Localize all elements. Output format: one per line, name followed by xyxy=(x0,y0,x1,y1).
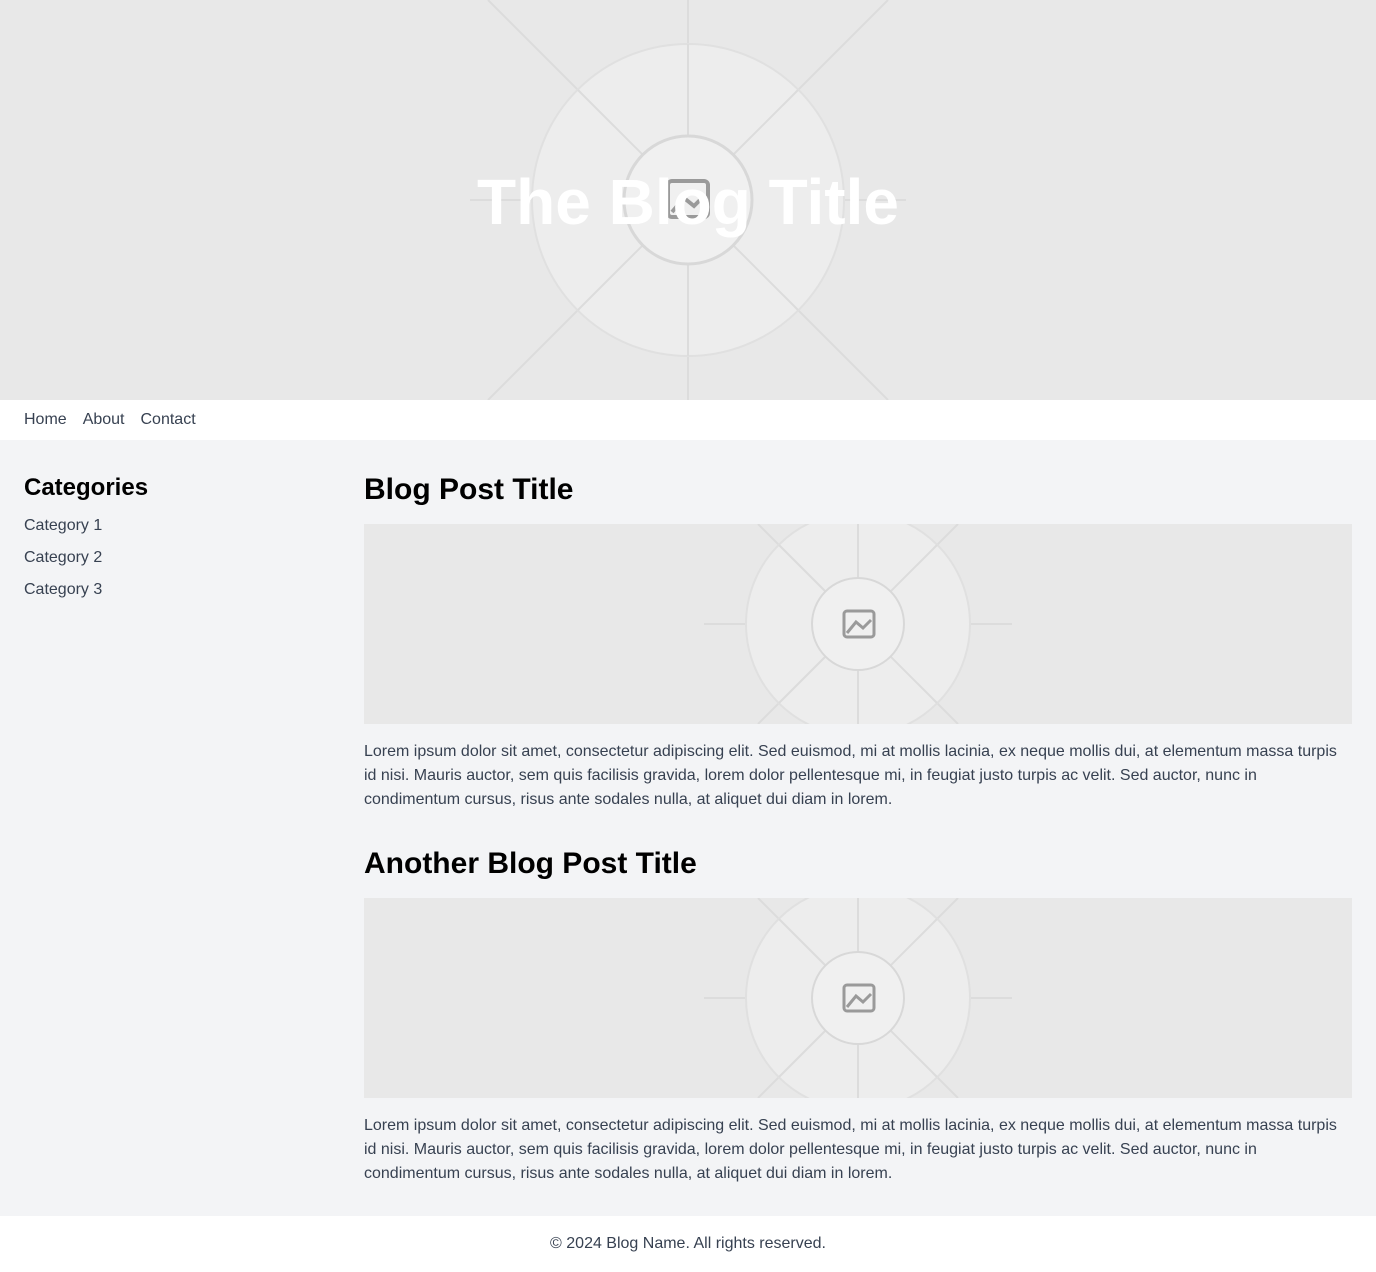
category-item-1[interactable]: Category 1 xyxy=(24,516,364,536)
category-item-2[interactable]: Category 2 xyxy=(24,548,364,568)
content-area: Categories Category 1 Category 2 Categor… xyxy=(0,440,1376,1216)
post-title[interactable]: Another Blog Post Title xyxy=(364,846,1352,882)
sidebar-heading: Categories xyxy=(24,474,149,501)
copyright-text: © 2024 Blog Name. All rights reserved. xyxy=(550,1235,826,1252)
top-navigation: Home About Contact xyxy=(0,400,1376,440)
nav-link-home[interactable]: Home xyxy=(24,411,67,429)
post-excerpt: Lorem ipsum dolor sit amet, consectetur … xyxy=(364,743,1337,808)
blog-post: Another Blog Post Title Lorem ipsum dolo… xyxy=(364,846,1352,1186)
nav-link-contact[interactable]: Contact xyxy=(141,411,196,429)
category-list: Category 1 Category 2 Category 3 xyxy=(24,516,364,600)
blog-post: Blog Post Title Lorem ipsum dolor sit am… xyxy=(364,472,1352,812)
post-image-placeholder xyxy=(364,524,1352,724)
posts-list: Blog Post Title Lorem ipsum dolor sit am… xyxy=(364,464,1352,1216)
footer: © 2024 Blog Name. All rights reserved. xyxy=(0,1216,1376,1272)
blog-title: The Blog Title xyxy=(477,166,899,238)
nav-link-about[interactable]: About xyxy=(83,411,125,429)
post-image-placeholder xyxy=(364,898,1352,1098)
post-excerpt: Lorem ipsum dolor sit amet, consectetur … xyxy=(364,1117,1337,1182)
category-item-3[interactable]: Category 3 xyxy=(24,580,364,600)
sidebar: Categories Category 1 Category 2 Categor… xyxy=(24,464,364,1216)
post-title[interactable]: Blog Post Title xyxy=(364,472,1352,508)
hero-banner: The Blog Title xyxy=(0,0,1376,400)
